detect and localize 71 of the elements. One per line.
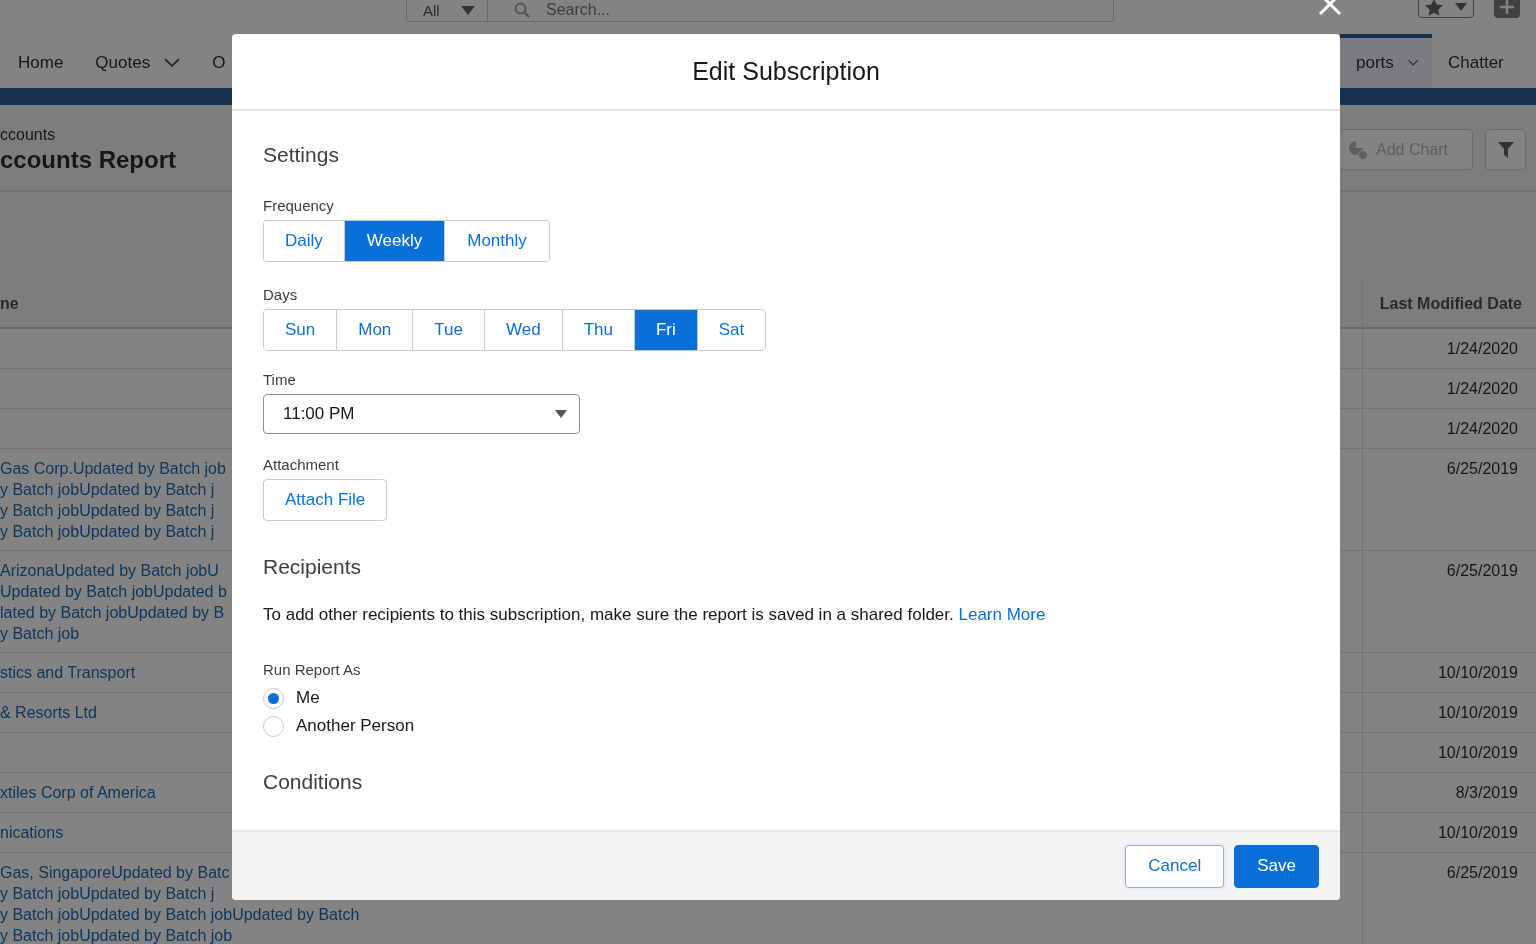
field-label: Days	[263, 286, 298, 303]
frequency-option[interactable]: Weekly	[343, 221, 445, 261]
nav-tab[interactable]: ports	[1340, 34, 1432, 88]
column-header: Last Modified Date	[1362, 280, 1536, 329]
table-cell-text: 10/10/2019	[1437, 663, 1518, 683]
column-header: ne	[0, 280, 232, 329]
account-link[interactable]: nications	[0, 822, 64, 843]
table-cell-text: 10/10/2019	[1437, 823, 1518, 843]
chart-icon	[1348, 139, 1368, 160]
save-button[interactable]: Save	[1234, 844, 1319, 888]
radio-button[interactable]	[263, 687, 284, 709]
caret-icon	[1455, 3, 1467, 11]
table-cell-text: 1/24/2020	[1446, 339, 1518, 359]
account-link[interactable]: xtiles Corp of America	[0, 782, 156, 803]
favorites-button[interactable]	[1418, 0, 1474, 18]
day-option[interactable]: Sat	[696, 310, 766, 350]
account-link[interactable]: y Batch jobUpdated by Batch j	[0, 479, 215, 500]
field-label: Time	[263, 371, 296, 388]
nav-tab[interactable]: Chatter	[1432, 34, 1536, 88]
cancel-button[interactable]: Cancel	[1125, 844, 1225, 888]
nav-tab[interactable]: Quotes	[79, 34, 197, 88]
learn-more-link[interactable]: Learn More	[958, 605, 1046, 624]
caret-icon	[555, 410, 567, 418]
table-cell-text: 1/24/2020	[1446, 379, 1518, 399]
account-link[interactable]: Gas Corp.Updated by Batch job	[0, 458, 226, 479]
account-link[interactable]: ArizonaUpdated by Batch jobU	[0, 560, 219, 581]
account-link[interactable]: Gas, SingaporeUpdated by Batc	[0, 862, 230, 883]
frequency-option[interactable]: Monthly	[444, 221, 549, 261]
section-heading: Conditions	[263, 770, 363, 794]
scope-dropdown[interactable]: All	[406, 0, 488, 22]
account-link[interactable]: y Batch jobUpdated by Batch j	[0, 500, 215, 521]
filter-icon	[1497, 141, 1514, 158]
radio-option[interactable]: Me	[263, 684, 320, 712]
section-heading: Recipients	[263, 555, 362, 579]
account-link[interactable]: stics and Transport	[0, 662, 136, 683]
account-link[interactable]: lated by Batch jobUpdated by B	[0, 602, 225, 623]
account-link[interactable]: & Resorts Ltd	[0, 702, 97, 723]
table-cell-text: 6/25/2019	[1446, 459, 1518, 479]
table-cell-text: 10/10/2019	[1437, 743, 1518, 763]
filter-button[interactable]	[1485, 129, 1526, 170]
search-icon	[514, 2, 530, 18]
field-label: Run Report As	[263, 661, 361, 678]
account-link[interactable]: y Batch job	[0, 623, 80, 644]
field-label: Frequency	[263, 197, 334, 214]
account-link[interactable]: y Batch jobUpdated by Batch job	[0, 925, 233, 944]
add-button[interactable]	[1494, 0, 1520, 18]
radio-button[interactable]	[263, 715, 284, 737]
section-heading: Settings	[263, 143, 339, 167]
recipients-note: To add other recipients to this subscription, make sure the report is saved in a shared folder. Learn More	[263, 605, 1046, 625]
radio-option[interactable]: Another Person	[263, 712, 415, 740]
account-link[interactable]: y Batch jobUpdated by Batch j	[0, 883, 215, 904]
plus-icon	[1500, 0, 1514, 14]
search-field[interactable]: Search...	[488, 0, 1114, 22]
account-link[interactable]: y Batch jobUpdated by Batch jobUpdated by Batch	[0, 904, 360, 925]
nav-tab[interactable]: Home	[0, 34, 80, 88]
account-link[interactable]: y Batch jobUpdated by Batch j	[0, 521, 215, 542]
table-cell-text: 1/24/2020	[1446, 419, 1518, 439]
table-cell-text: 6/25/2019	[1446, 561, 1518, 581]
star-icon	[1425, 0, 1443, 16]
account-link[interactable]: Updated by Batch jobUpdated b	[0, 581, 227, 602]
field-label: Attachment	[263, 456, 339, 473]
breadcrumb: ccounts	[0, 125, 57, 144]
caret-icon	[461, 5, 475, 15]
report-title: ccounts Report	[0, 145, 176, 174]
modal-title: Edit Subscription	[692, 57, 880, 86]
table-cell-text: 6/25/2019	[1446, 863, 1518, 883]
attach-file-button[interactable]: Attach File	[263, 479, 388, 521]
time-select[interactable]: 11:00 PM	[263, 394, 580, 434]
table-cell-text: 8/3/2019	[1455, 783, 1518, 803]
table-cell-text: 10/10/2019	[1437, 703, 1518, 723]
day-option[interactable]: Fri	[633, 310, 697, 350]
